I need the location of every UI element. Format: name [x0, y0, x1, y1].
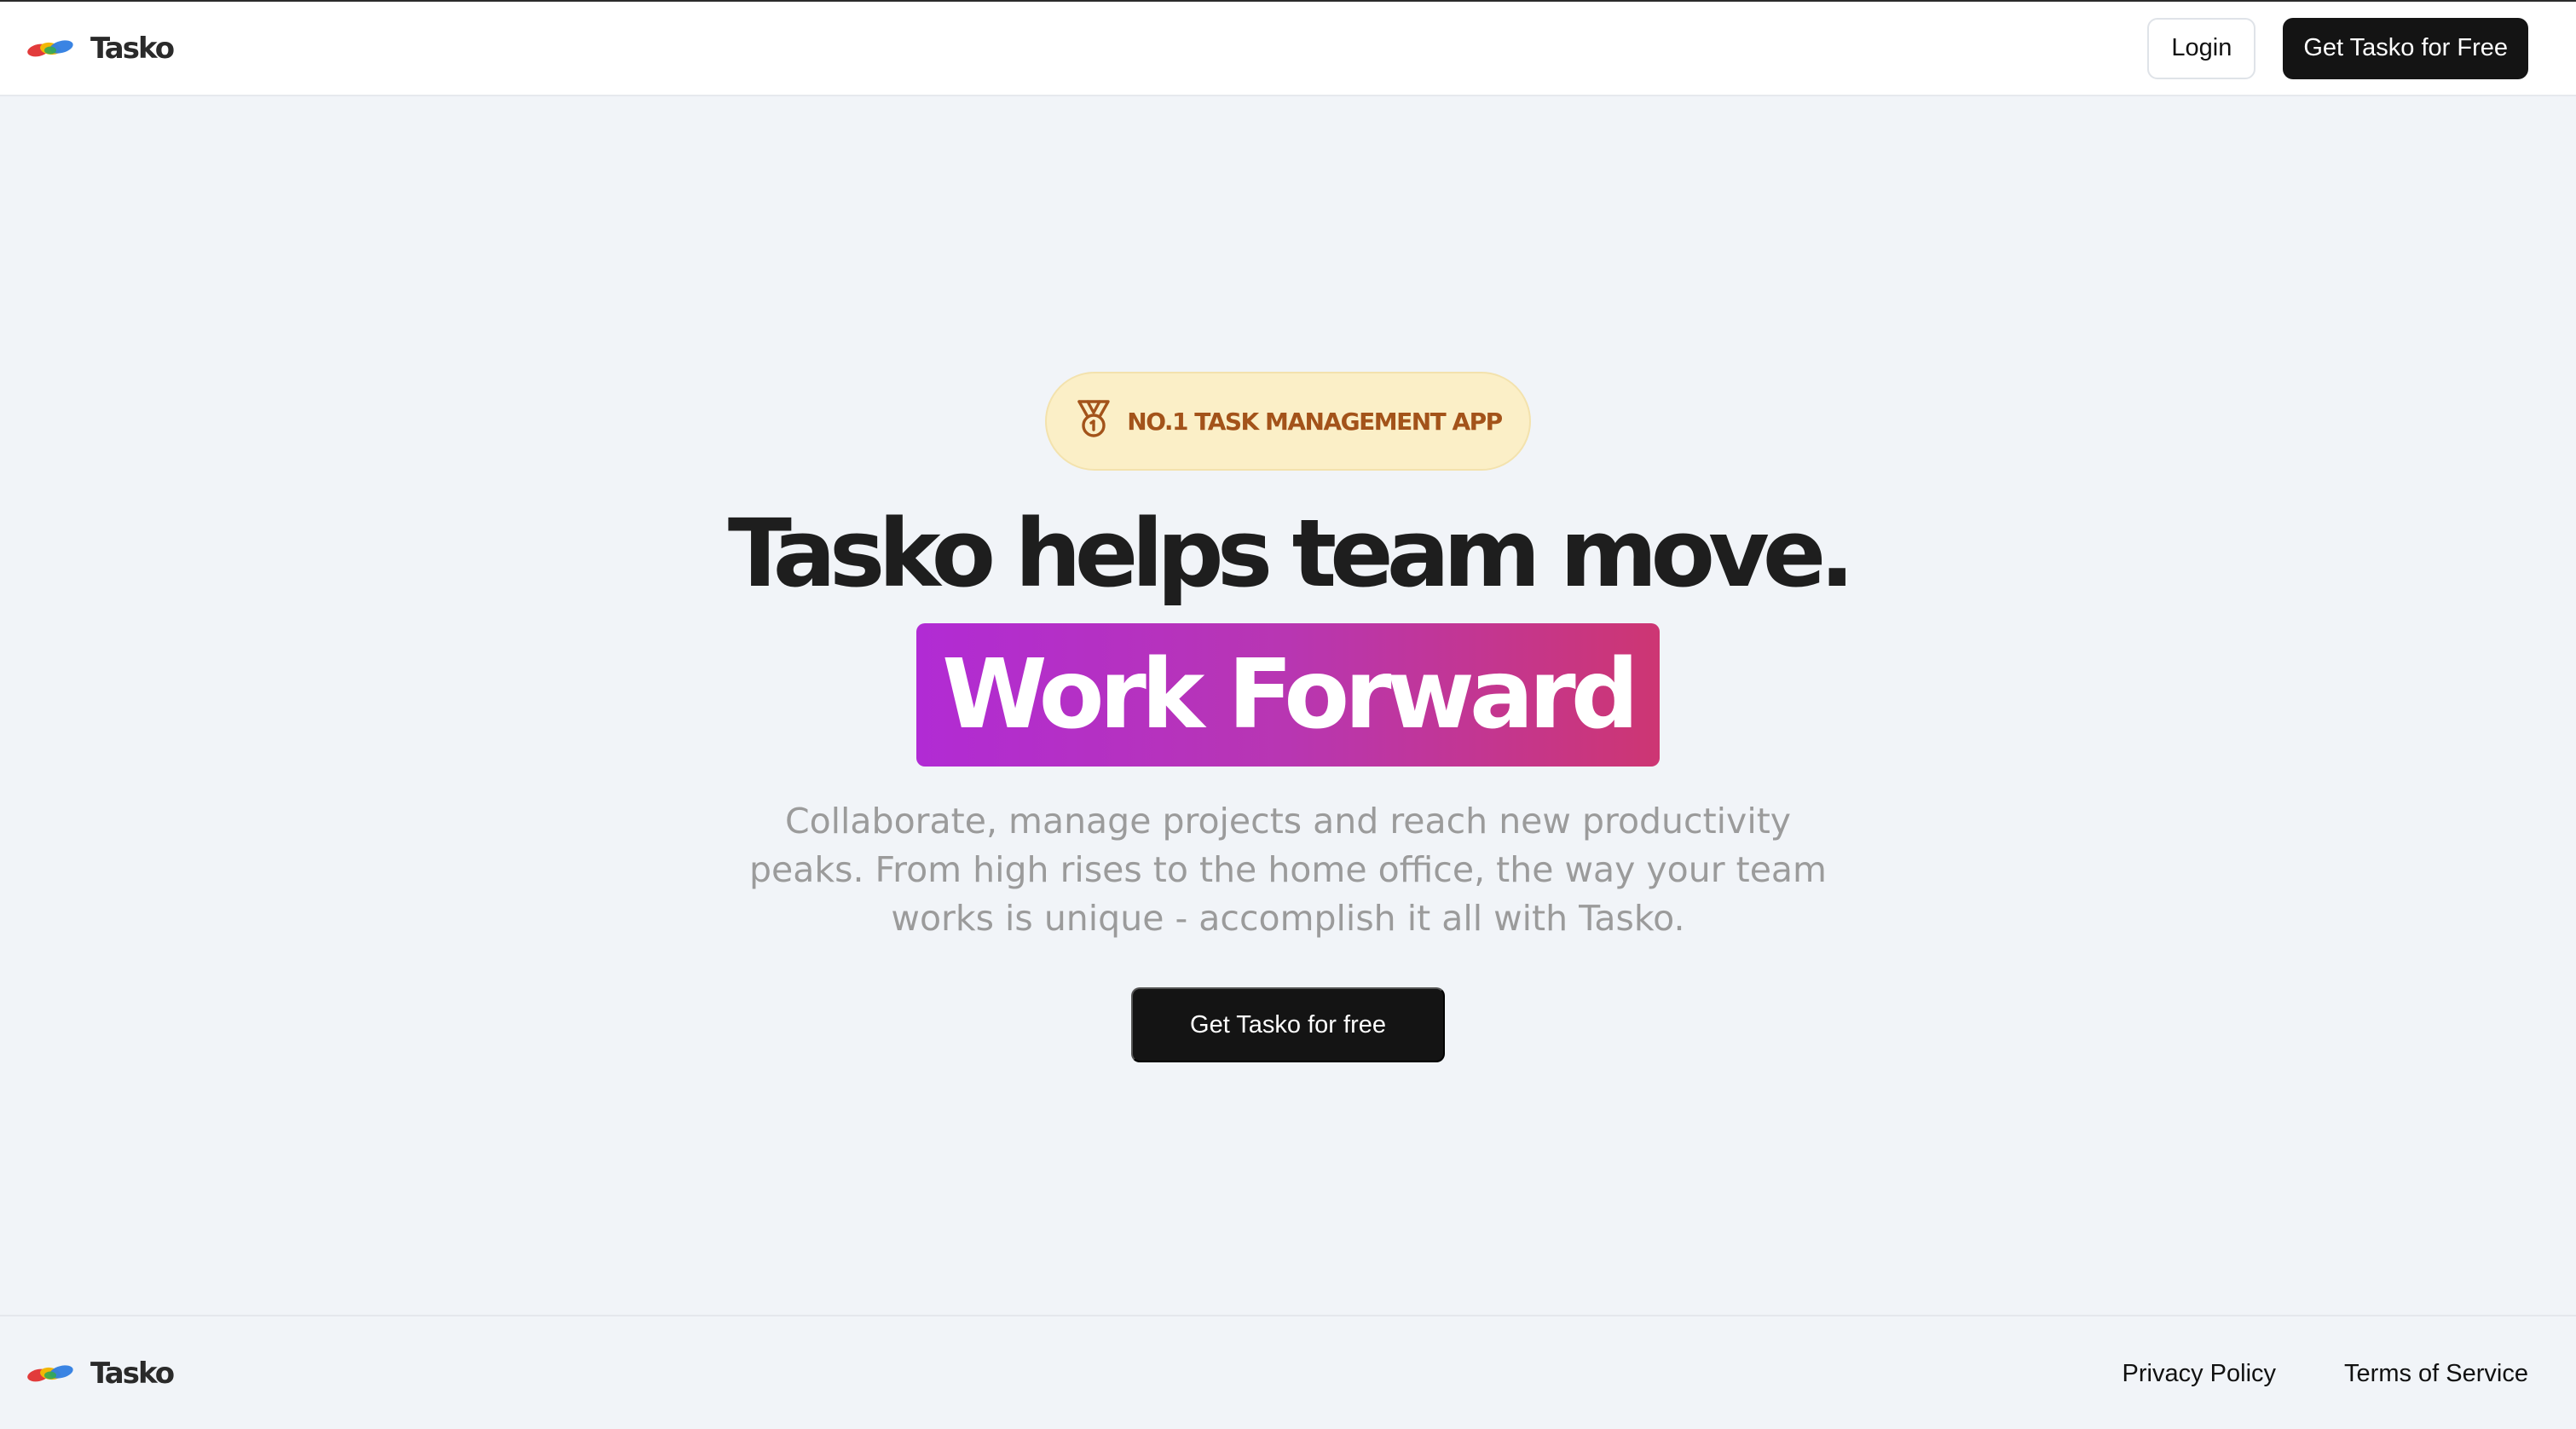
- top-navbar: Tasko Login Get Tasko for Free: [0, 2, 2576, 96]
- work-forward-highlight: Work Forward: [916, 623, 1660, 767]
- hero-description: Collaborate, manage projects and reach n…: [749, 801, 1827, 940]
- login-button[interactable]: Login: [2147, 17, 2256, 79]
- terms-of-service-link[interactable]: Terms of Service: [2344, 1360, 2528, 1388]
- hero-headline: Tasko helps team move.: [727, 499, 1855, 608]
- get-tasko-free-button[interactable]: Get Tasko for Free: [2283, 17, 2528, 79]
- award-badge: NO.1 TASK MANAGEMENT APP: [1045, 372, 1531, 471]
- get-tasko-for-free-cta-button[interactable]: Get Tasko for free: [1131, 987, 1445, 1063]
- tasko-logo-icon: [26, 1362, 75, 1385]
- header-actions: Login Get Tasko for Free: [2147, 17, 2528, 79]
- brand-name: Tasko: [90, 31, 175, 66]
- brand-home-link[interactable]: Tasko: [26, 31, 175, 66]
- site-footer: Tasko Privacy Policy Terms of Service: [0, 1315, 2576, 1429]
- medal-icon: [1074, 398, 1113, 445]
- highlight-text: Work Forward: [942, 639, 1639, 751]
- tasko-logo-icon: [26, 38, 75, 60]
- footer-brand-link[interactable]: Tasko: [26, 1357, 175, 1391]
- badge-text: NO.1 TASK MANAGEMENT APP: [1127, 407, 1503, 436]
- footer-brand-name: Tasko: [90, 1357, 175, 1391]
- hero-section: NO.1 TASK MANAGEMENT APP Tasko helps tea…: [0, 372, 2576, 1063]
- footer-links: Privacy Policy Terms of Service: [2123, 1360, 2528, 1388]
- privacy-policy-link[interactable]: Privacy Policy: [2123, 1360, 2277, 1388]
